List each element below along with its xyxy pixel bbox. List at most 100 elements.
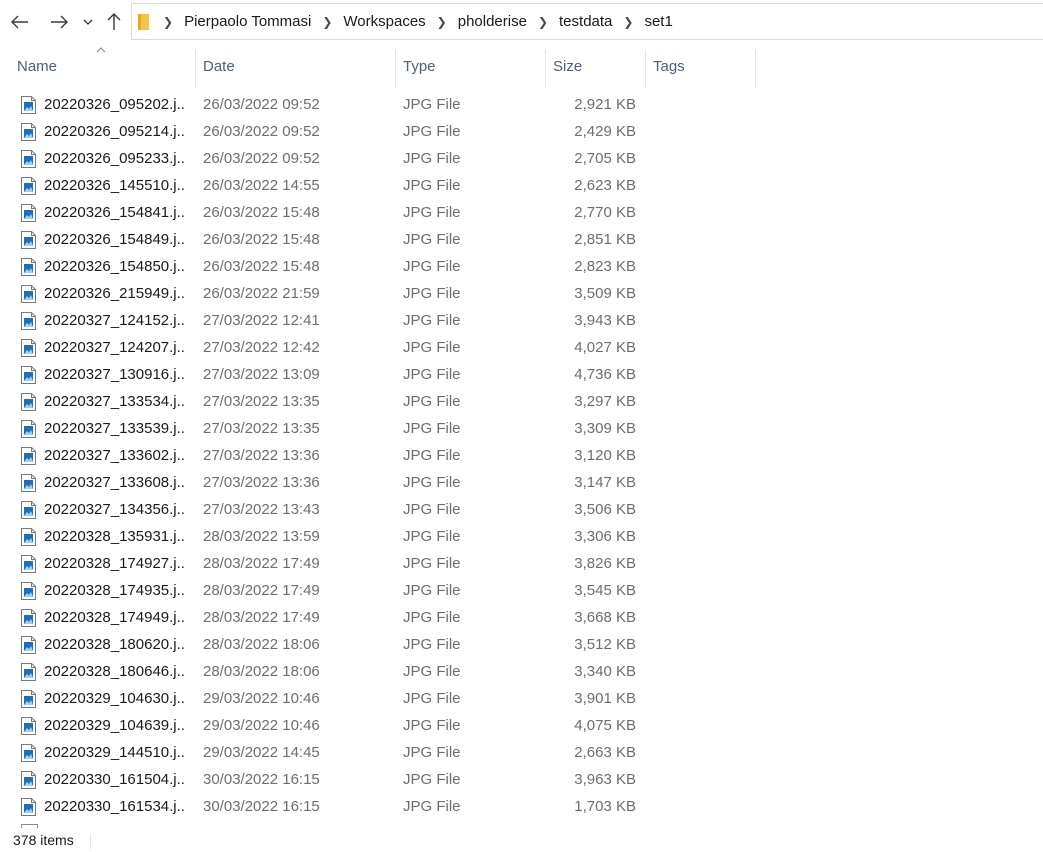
column-header-name[interactable]: Name [17, 44, 195, 88]
column-resize-handle[interactable] [195, 50, 196, 88]
file-row[interactable]: 20220326_095202.j... 26/03/2022 09:52 JPG … [0, 91, 760, 118]
file-type: JPG File [403, 798, 461, 815]
image-file-icon [21, 285, 36, 303]
file-type: JPG File [403, 771, 461, 788]
breadcrumb-item[interactable]: pholderise [458, 13, 527, 30]
file-row[interactable]: 20220329_104630.j... 29/03/2022 10:46 JPG … [0, 685, 760, 712]
image-file-icon [21, 123, 36, 141]
image-file-icon [21, 366, 36, 384]
file-name: 20220326_095214.j... [44, 123, 184, 140]
file-type: JPG File [403, 366, 461, 383]
file-type: JPG File [403, 582, 461, 599]
image-file-icon [21, 528, 36, 546]
sort-ascending-icon [96, 47, 106, 53]
file-row[interactable]: 20220327_133608.j... 27/03/2022 13:36 JPG … [0, 469, 760, 496]
file-type: JPG File [403, 312, 461, 329]
file-row[interactable]: 20220329_144510.j... 29/03/2022 14:45 JPG … [0, 739, 760, 766]
column-resize-handle[interactable] [395, 50, 396, 88]
status-bar: 378 items [0, 828, 1043, 852]
file-row[interactable]: 20220327_134356.j... 27/03/2022 13:43 JPG … [0, 496, 760, 523]
file-row[interactable]: 20220326_215949.j... 26/03/2022 21:59 JPG … [0, 280, 760, 307]
file-type: JPG File [403, 474, 461, 491]
file-row[interactable]: 20220329_104639.j... 29/03/2022 10:46 JPG … [0, 712, 760, 739]
file-date: 26/03/2022 15:48 [203, 204, 320, 221]
file-type: JPG File [403, 690, 461, 707]
column-resize-handle[interactable] [545, 50, 546, 88]
file-date: 26/03/2022 15:48 [203, 258, 320, 275]
file-type: JPG File [403, 393, 461, 410]
file-size: 3,506 KB [574, 501, 636, 518]
file-size: 3,901 KB [574, 690, 636, 707]
column-header-date[interactable]: Date [203, 44, 393, 88]
file-size: 2,770 KB [574, 204, 636, 221]
file-name: 20220327_134356.j... [44, 501, 184, 518]
column-header-type[interactable]: Type [403, 44, 543, 88]
file-type: JPG File [403, 285, 461, 302]
file-size: 2,429 KB [574, 123, 636, 140]
file-row[interactable]: 20220327_133602.j... 27/03/2022 13:36 JPG … [0, 442, 760, 469]
column-resize-handle[interactable] [645, 50, 646, 88]
recent-locations-button[interactable] [80, 8, 96, 36]
file-size: 4,027 KB [574, 339, 636, 356]
file-date: 28/03/2022 18:06 [203, 636, 320, 653]
file-row[interactable]: 20220328_135931.j... 28/03/2022 13:59 JPG … [0, 523, 760, 550]
file-row[interactable]: 20220328_174949.j... 28/03/2022 17:49 JPG … [0, 604, 760, 631]
file-row[interactable]: 20220330_161534.j... 30/03/2022 16:15 JPG … [0, 793, 760, 820]
breadcrumb-item[interactable]: Workspaces [343, 13, 425, 30]
file-row[interactable]: 20220328_174927.j... 28/03/2022 17:49 JPG … [0, 550, 760, 577]
file-size: 3,120 KB [574, 447, 636, 464]
up-button[interactable] [104, 8, 124, 36]
image-file-icon [21, 555, 36, 573]
breadcrumb-separator[interactable]: ❯ [437, 15, 447, 29]
image-file-icon [21, 312, 36, 330]
file-size: 2,823 KB [574, 258, 636, 275]
breadcrumb-separator[interactable]: ❯ [538, 15, 548, 29]
breadcrumb-item-current[interactable]: set1 [644, 13, 672, 30]
file-row[interactable]: 20220326_145510.j... 26/03/2022 14:55 JPG … [0, 172, 760, 199]
file-row[interactable]: 20220330_161504.j... 30/03/2022 16:15 JPG … [0, 766, 760, 793]
file-size: 2,851 KB [574, 231, 636, 248]
file-name: 20220326_145510.j... [44, 177, 184, 194]
breadcrumb-item[interactable]: testdata [559, 13, 612, 30]
image-file-icon [21, 771, 36, 789]
navigation-toolbar: ❯ Pierpaolo Tommasi ❯ Workspaces ❯ phold… [0, 0, 1043, 44]
address-bar[interactable]: ❯ Pierpaolo Tommasi ❯ Workspaces ❯ phold… [131, 3, 1043, 40]
file-row[interactable]: 20220326_154841.j... 26/03/2022 15:48 JPG … [0, 199, 760, 226]
file-type: JPG File [403, 555, 461, 572]
back-button[interactable] [8, 8, 32, 36]
file-type: JPG File [403, 96, 461, 113]
file-date: 28/03/2022 17:49 [203, 555, 320, 572]
file-row[interactable]: 20220328_180646.j... 28/03/2022 18:06 JPG … [0, 658, 760, 685]
file-name: 20220328_174935.j... [44, 582, 184, 599]
file-row[interactable]: 20220326_154850.j... 26/03/2022 15:48 JPG … [0, 253, 760, 280]
file-row[interactable]: 20220328_180620.j... 28/03/2022 18:06 JPG … [0, 631, 760, 658]
file-row[interactable]: 20220327_124207.j... 27/03/2022 12:42 JPG … [0, 334, 760, 361]
file-row[interactable]: 20220328_174935.j... 28/03/2022 17:49 JPG … [0, 577, 760, 604]
column-resize-handle[interactable] [755, 50, 756, 88]
file-size: 4,736 KB [574, 366, 636, 383]
file-name: 20220327_124152.j... [44, 312, 184, 329]
file-row[interactable]: 20220326_095233.j... 26/03/2022 09:52 JPG … [0, 145, 760, 172]
image-file-icon [21, 231, 36, 249]
breadcrumb-separator[interactable]: ❯ [322, 15, 332, 29]
breadcrumb-item[interactable]: Pierpaolo Tommasi [184, 13, 311, 30]
file-row[interactable]: 20220327_130916.j... 27/03/2022 13:09 JPG … [0, 361, 760, 388]
file-row[interactable]: 20220327_133539.j... 27/03/2022 13:35 JPG … [0, 415, 760, 442]
file-row[interactable]: 20220327_124152.j... 27/03/2022 12:41 JPG … [0, 307, 760, 334]
column-header-size[interactable]: Size [553, 44, 643, 88]
file-size: 3,512 KB [574, 636, 636, 653]
image-file-icon [21, 150, 36, 168]
file-name: 20220326_154850.j... [44, 258, 184, 275]
up-arrow-icon [107, 13, 121, 30]
breadcrumb-separator[interactable]: ❯ [623, 15, 633, 29]
column-header-tags[interactable]: Tags [653, 44, 753, 88]
file-size: 3,306 KB [574, 528, 636, 545]
forward-button[interactable] [47, 8, 71, 36]
image-file-icon [21, 420, 36, 438]
file-row[interactable]: 20220326_154849.j... 26/03/2022 15:48 JPG … [0, 226, 760, 253]
file-name: 20220328_180620.j... [44, 636, 184, 653]
file-date: 28/03/2022 17:49 [203, 609, 320, 626]
file-row[interactable]: 20220327_133534.j... 27/03/2022 13:35 JPG … [0, 388, 760, 415]
file-row[interactable]: 20220326_095214.j... 26/03/2022 09:52 JPG … [0, 118, 760, 145]
image-file-icon [21, 393, 36, 411]
